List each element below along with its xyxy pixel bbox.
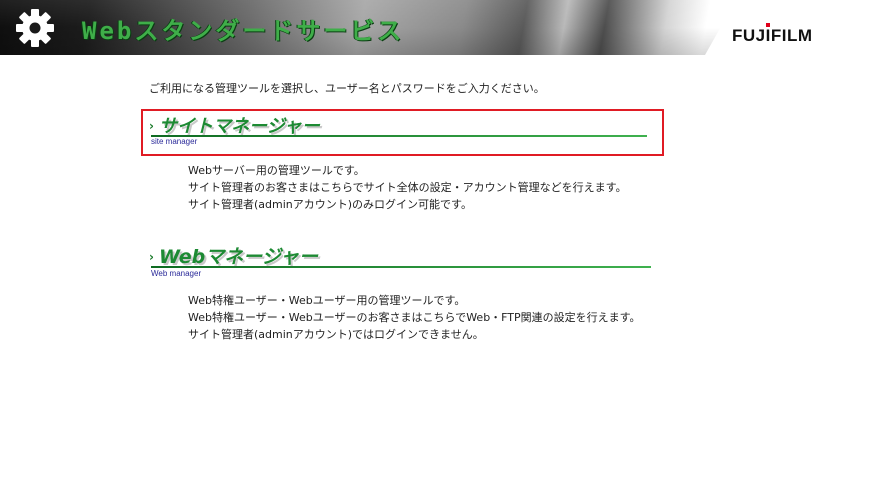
gear-icon <box>16 9 54 47</box>
description-line: サイト管理者(adminアカウント)のみログイン可能です。 <box>188 198 472 211</box>
description-line: Web特権ユーザー・Webユーザー用の管理ツールです。 <box>188 294 466 307</box>
description-line: Web特権ユーザー・Webユーザーのお客さまはこちらでWeb・FTP関連の設定を… <box>188 311 641 324</box>
description-line: サイト管理者のお客さまはこちらでサイト全体の設定・アカウント管理などを行えます。 <box>188 181 627 194</box>
intro-text: ご利用になる管理ツールを選択し、ユーザー名とパスワードをご入力ください。 <box>149 82 545 95</box>
web-manager-description: Web特権ユーザー・Webユーザー用の管理ツールです。 Web特権ユーザー・We… <box>188 292 641 343</box>
web-manager-link[interactable]: › Webマネージャー Web manager <box>149 242 651 280</box>
fujifilm-logo: FUJI FILM <box>732 23 813 46</box>
chevron-right-icon: › <box>149 249 154 264</box>
site-manager-description: Webサーバー用の管理ツールです。 サイト管理者のお客さまはこちらでサイト全体の… <box>188 162 627 213</box>
description-line: Webサーバー用の管理ツールです。 <box>188 164 365 177</box>
heading-underline <box>151 135 647 137</box>
header-banner: Webスタンダードサービス FUJI FILM <box>0 0 881 55</box>
page-title: Webスタンダードサービス <box>82 17 405 45</box>
site-manager-link[interactable]: › サイトマネージャー site manager <box>149 112 649 152</box>
chevron-right-icon: › <box>149 119 154 133</box>
heading-underline <box>151 266 651 268</box>
description-line: サイト管理者(adminアカウント)ではログインできません。 <box>188 328 484 341</box>
web-manager-subtitle: Web manager <box>151 269 202 278</box>
web-manager-title: Webマネージャー <box>158 246 318 268</box>
site-manager-subtitle: site manager <box>151 137 198 146</box>
